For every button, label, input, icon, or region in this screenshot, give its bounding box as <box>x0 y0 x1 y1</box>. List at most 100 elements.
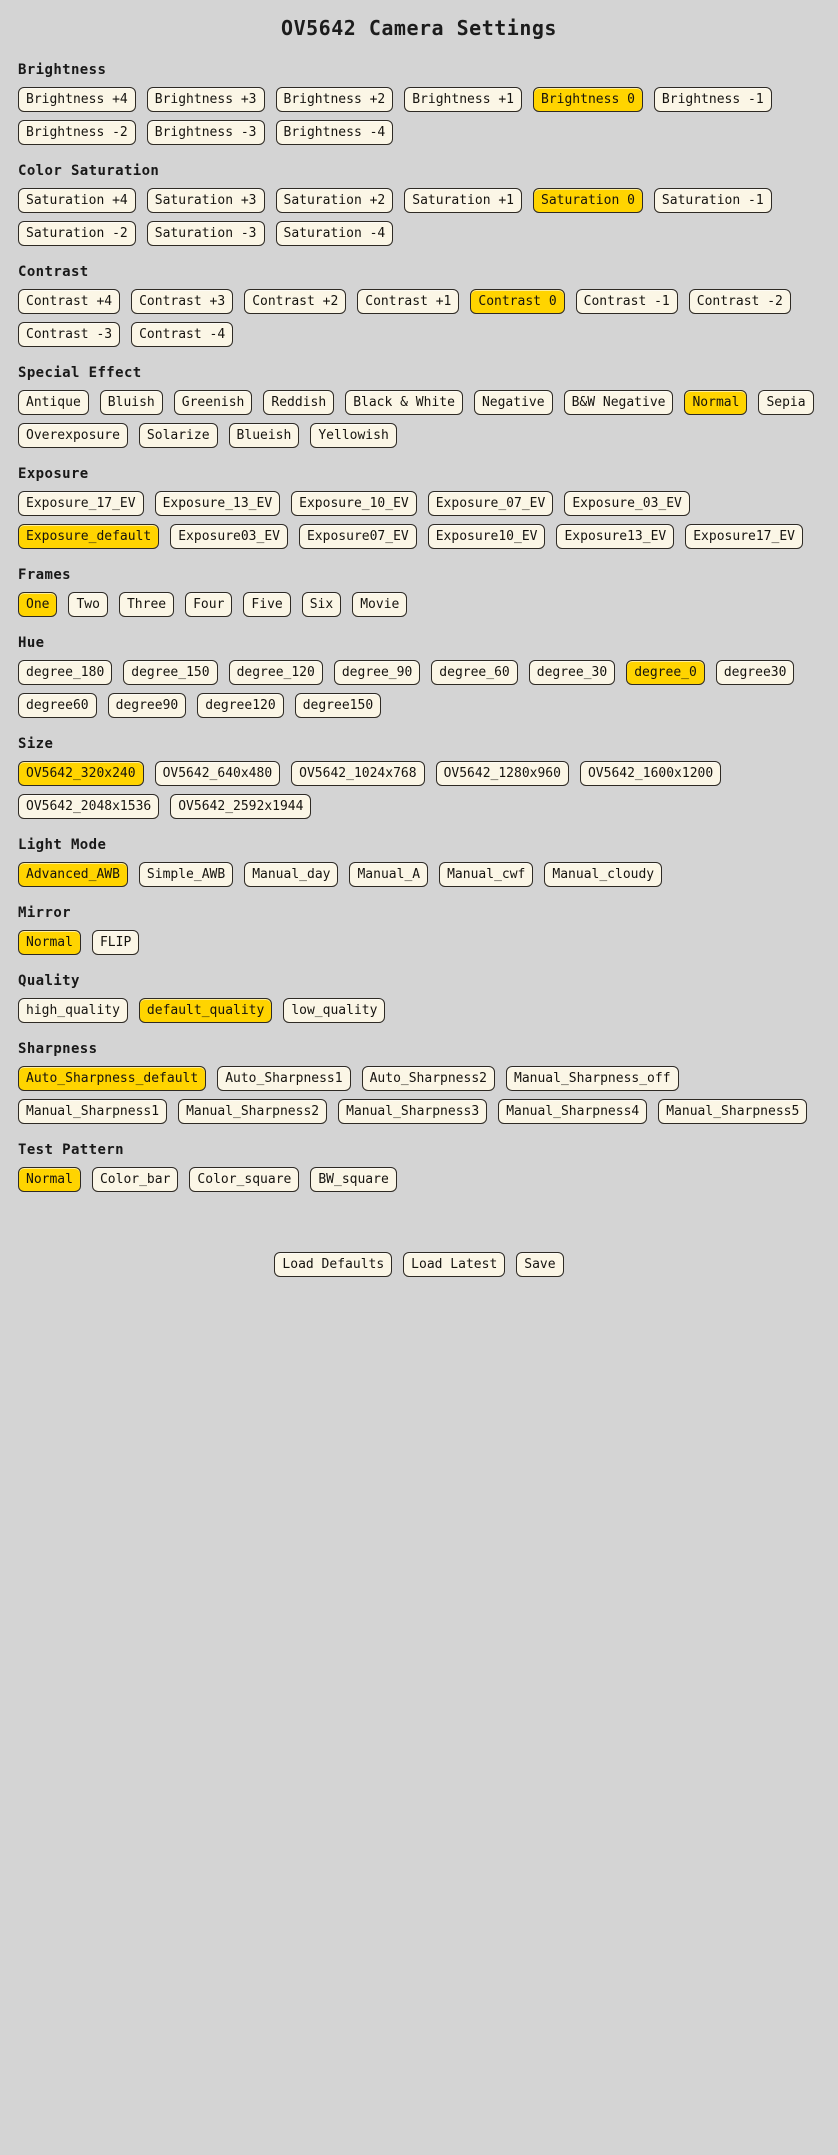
option-button[interactable]: degree120 <box>197 693 284 718</box>
option-button[interactable]: BW_square <box>310 1167 397 1192</box>
option-button[interactable]: Brightness -2 <box>18 120 136 145</box>
option-button[interactable]: Exposure_03_EV <box>564 491 690 516</box>
option-button[interactable]: Reddish <box>263 390 335 415</box>
option-button[interactable]: Exposure17_EV <box>685 524 803 549</box>
option-button[interactable]: Manual_Sharpness2 <box>178 1099 328 1124</box>
option-button[interactable]: low_quality <box>283 998 386 1023</box>
option-button[interactable]: Manual_cwf <box>439 862 534 887</box>
option-button[interactable]: OV5642_2592x1944 <box>170 794 312 819</box>
option-button[interactable]: degree150 <box>294 693 382 718</box>
option-button[interactable]: Overexposure <box>18 423 128 448</box>
option-button[interactable]: Exposure_13_EV <box>154 491 281 516</box>
option-button[interactable]: Exposure13_EV <box>556 524 675 549</box>
option-button[interactable]: Exposure07_EV <box>298 524 417 549</box>
option-button[interactable]: Three <box>118 592 175 617</box>
option-button[interactable]: Saturation 0 <box>533 188 643 213</box>
footer-button[interactable]: Load Defaults <box>274 1252 393 1277</box>
option-button[interactable]: Contrast +4 <box>18 289 121 314</box>
option-button[interactable]: Normal <box>18 930 81 955</box>
option-button[interactable]: FLIP <box>91 930 140 955</box>
option-button[interactable]: OV5642_1600x1200 <box>579 761 722 786</box>
option-button[interactable]: Manual_Sharpness1 <box>18 1099 168 1124</box>
option-button[interactable]: Brightness -1 <box>653 87 772 112</box>
option-button[interactable]: Color_bar <box>91 1167 179 1192</box>
option-button[interactable]: Saturation -2 <box>18 221 136 246</box>
footer-button[interactable]: Load Latest <box>403 1252 506 1277</box>
option-button[interactable]: Greenish <box>173 390 253 415</box>
option-button[interactable]: Manual_A <box>349 862 429 887</box>
option-button[interactable]: Saturation +3 <box>146 188 265 213</box>
option-button[interactable]: Black & White <box>345 390 463 415</box>
option-button[interactable]: Manual_Sharpness_off <box>506 1066 679 1091</box>
option-button[interactable]: B&W Negative <box>563 390 674 415</box>
option-button[interactable]: high_quality <box>18 998 128 1023</box>
option-button[interactable]: Antique <box>18 390 89 415</box>
option-button[interactable]: Sepia <box>758 390 814 415</box>
option-button[interactable]: Saturation +4 <box>18 188 136 213</box>
footer-button[interactable]: Save <box>516 1252 564 1277</box>
option-button[interactable]: Manual_day <box>244 862 339 887</box>
option-button[interactable]: Brightness -3 <box>146 120 265 145</box>
option-button[interactable]: Exposure03_EV <box>170 524 288 549</box>
option-button[interactable]: OV5642_320x240 <box>18 761 144 786</box>
option-button[interactable]: degree60 <box>18 693 97 718</box>
option-button[interactable]: Contrast -2 <box>688 289 791 314</box>
option-button[interactable]: Saturation +1 <box>404 188 522 213</box>
option-button[interactable]: Exposure_07_EV <box>427 491 554 516</box>
option-button[interactable]: degree_90 <box>333 660 421 685</box>
option-button[interactable]: Contrast +1 <box>357 289 460 314</box>
option-button[interactable]: Brightness +2 <box>275 87 394 112</box>
option-button[interactable]: Exposure_10_EV <box>291 491 417 516</box>
option-button[interactable]: Normal <box>18 1167 81 1192</box>
option-button[interactable]: Contrast 0 <box>470 289 565 314</box>
option-button[interactable]: Exposure_17_EV <box>18 491 144 516</box>
option-button[interactable]: Auto_Sharpness_default <box>18 1066 207 1091</box>
option-button[interactable]: Brightness +3 <box>146 87 265 112</box>
option-button[interactable]: Brightness +1 <box>404 87 522 112</box>
option-button[interactable]: Exposure10_EV <box>427 524 546 549</box>
option-button[interactable]: degree_30 <box>528 660 616 685</box>
option-button[interactable]: Manual_Sharpness5 <box>658 1099 808 1124</box>
option-button[interactable]: Saturation -3 <box>146 221 265 246</box>
option-button[interactable]: Color_square <box>189 1167 300 1192</box>
option-button[interactable]: Contrast +2 <box>244 289 347 314</box>
option-button[interactable]: Negative <box>473 390 553 415</box>
option-button[interactable]: Contrast -4 <box>131 322 234 347</box>
option-button[interactable]: Yellowish <box>310 423 397 448</box>
option-button[interactable]: Four <box>185 592 233 617</box>
option-button[interactable]: Saturation +2 <box>275 188 394 213</box>
option-button[interactable]: Manual_Sharpness4 <box>498 1099 648 1124</box>
option-button[interactable]: degree_120 <box>228 660 323 685</box>
option-button[interactable]: degree_150 <box>123 660 218 685</box>
option-button[interactable]: Blueish <box>228 423 300 448</box>
option-button[interactable]: Contrast -3 <box>18 322 121 347</box>
option-button[interactable]: Advanced_AWB <box>18 862 128 887</box>
option-button[interactable]: degree_0 <box>626 660 705 685</box>
option-button[interactable]: Brightness 0 <box>533 87 643 112</box>
option-button[interactable]: Movie <box>352 592 408 617</box>
option-button[interactable]: Auto_Sharpness2 <box>361 1066 495 1091</box>
option-button[interactable]: Manual_cloudy <box>544 862 663 887</box>
option-button[interactable]: OV5642_1280x960 <box>435 761 569 786</box>
option-button[interactable]: Two <box>68 592 108 617</box>
option-button[interactable]: degree90 <box>107 693 187 718</box>
option-button[interactable]: Normal <box>684 390 748 415</box>
option-button[interactable]: OV5642_1024x768 <box>291 761 425 786</box>
option-button[interactable]: Bluish <box>99 390 163 415</box>
option-button[interactable]: default_quality <box>138 998 273 1023</box>
option-button[interactable]: Saturation -4 <box>275 221 394 246</box>
option-button[interactable]: degree_60 <box>431 660 518 685</box>
option-button[interactable]: Saturation -1 <box>653 188 772 213</box>
option-button[interactable]: Auto_Sharpness1 <box>217 1066 351 1091</box>
option-button[interactable]: OV5642_640x480 <box>154 761 281 786</box>
option-button[interactable]: degree30 <box>715 660 795 685</box>
option-button[interactable]: OV5642_2048x1536 <box>18 794 160 819</box>
option-button[interactable]: Manual_Sharpness3 <box>338 1099 488 1124</box>
option-button[interactable]: Exposure_default <box>18 524 160 549</box>
option-button[interactable]: Simple_AWB <box>138 862 234 887</box>
option-button[interactable]: Brightness +4 <box>18 87 136 112</box>
option-button[interactable]: Contrast +3 <box>131 289 234 314</box>
option-button[interactable]: Six <box>301 592 342 617</box>
option-button[interactable]: Solarize <box>138 423 218 448</box>
option-button[interactable]: Brightness -4 <box>275 120 394 145</box>
